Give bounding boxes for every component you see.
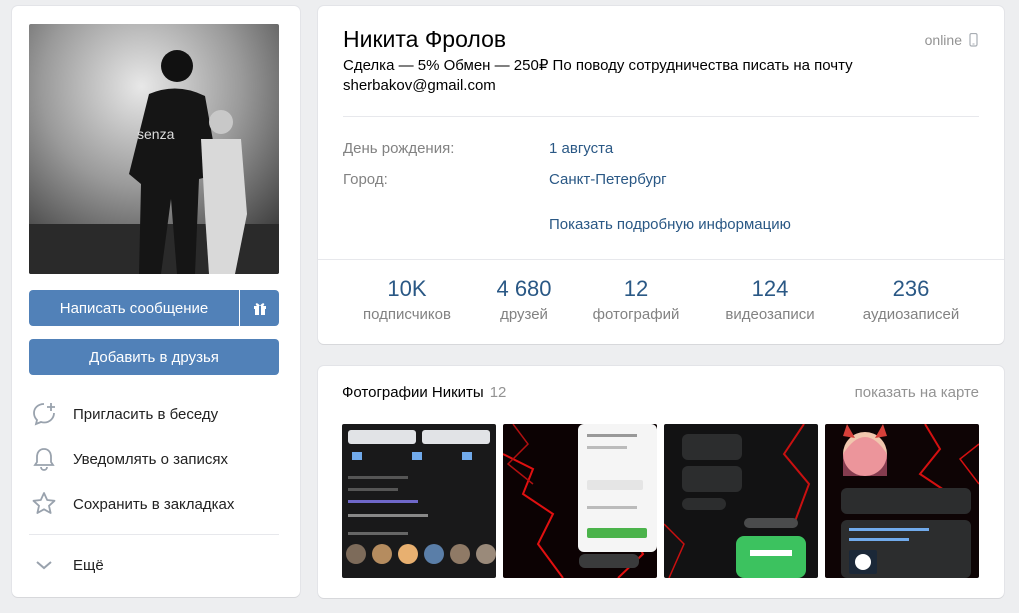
stat-label: фотографий	[592, 306, 680, 323]
notify-posts-action[interactable]: Уведомлять о записях	[30, 441, 228, 477]
notify-posts-label: Уведомлять о записях	[73, 450, 228, 468]
stat-count: 12	[623, 276, 649, 301]
gift-button[interactable]	[240, 290, 279, 326]
mobile-icon	[969, 33, 978, 47]
photo-thumbnail[interactable]	[342, 424, 496, 578]
city-value[interactable]: Санкт-Петербург	[549, 171, 667, 188]
online-status: online	[925, 32, 979, 48]
profile-name: Никита Фролов	[343, 26, 507, 52]
bell-icon	[33, 448, 55, 471]
photo-thumbnail[interactable]	[664, 424, 818, 578]
save-bookmark-label: Сохранить в закладках	[73, 495, 235, 513]
stat-count: 236	[892, 276, 930, 301]
invite-to-chat-label: Пригласить в беседу	[73, 405, 219, 423]
avatar[interactable]: senza	[29, 24, 279, 274]
profile-info-card: Никита Фролов online Сделка — 5% Обмен —…	[318, 6, 1004, 344]
photos-count: 12	[489, 384, 507, 401]
photos-title: Фотографии Никиты	[342, 384, 484, 401]
online-label: online	[924, 32, 962, 48]
save-bookmark-action[interactable]: Сохранить в закладках	[30, 486, 234, 522]
photos-card: Фотографии Никиты 12 показать на карте	[318, 366, 1004, 598]
gift-icon	[253, 303, 266, 315]
stat-videos[interactable]: 124 видеозаписи	[700, 276, 840, 323]
stat-label: видеозаписи	[725, 306, 815, 323]
city-label: Город:	[343, 171, 388, 188]
photo-thumbnail[interactable]	[503, 424, 657, 578]
chevron-down-icon	[36, 561, 52, 570]
birthday-label: День рождения:	[343, 140, 455, 157]
stat-count: 124	[751, 276, 789, 301]
chat-plus-icon	[33, 403, 55, 426]
divider	[318, 259, 1004, 260]
divider	[343, 116, 979, 117]
stat-audio[interactable]: 236 аудиозаписей	[841, 276, 981, 323]
profile-sidebar: senza Написать сообщение Добавить в друз…	[12, 6, 300, 597]
show-on-map-link[interactable]: показать на карте	[855, 384, 979, 401]
invite-to-chat-action[interactable]: Пригласить в беседу	[30, 396, 218, 432]
stat-label: аудиозаписей	[862, 306, 960, 323]
birthday-value[interactable]: 1 августа	[549, 140, 613, 157]
more-label: Ещё	[73, 556, 104, 574]
svg-text:senza: senza	[137, 126, 175, 142]
add-friend-button[interactable]: Добавить в друзья	[29, 339, 279, 375]
more-action[interactable]: Ещё	[30, 547, 104, 583]
photo-thumbnail[interactable]	[825, 424, 979, 578]
photos-header[interactable]: Фотографии Никиты 12	[342, 384, 506, 401]
show-more-info-link[interactable]: Показать подробную информацию	[549, 216, 791, 233]
send-message-button[interactable]: Написать сообщение	[29, 290, 239, 326]
stat-photos[interactable]: 12 фотографий	[566, 276, 706, 323]
divider	[29, 534, 279, 535]
profile-status: Сделка — 5% Обмен — 250₽ По поводу сотру…	[343, 57, 853, 94]
star-icon	[32, 492, 56, 514]
